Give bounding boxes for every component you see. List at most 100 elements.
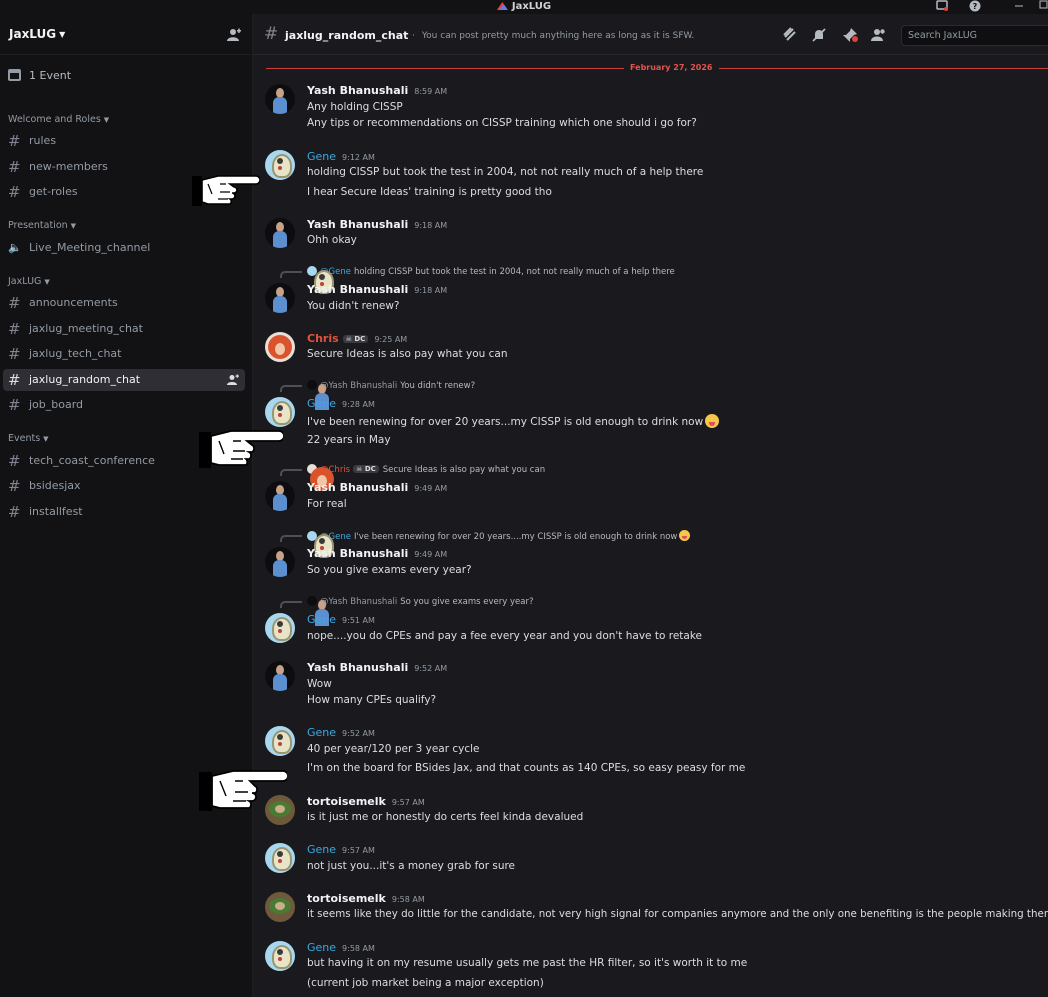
channel-job-board[interactable]: # job_board [3, 394, 245, 416]
message[interactable]: Gene 9:52 AM 40 per year/120 per 3 year c… [254, 726, 1048, 780]
pointing-hand-icon [199, 770, 287, 811]
message-author[interactable]: Yash Bhanushali 9:49 AM [307, 547, 447, 560]
message-author[interactable]: Gene 9:12 AM [307, 150, 375, 163]
message[interactable]: @Chris ☠ DC Secure Ideas is also pay what … [254, 464, 1048, 514]
message[interactable]: tortoisemelk 9:58 AM it seems like they d… [254, 892, 1048, 926]
message-timestamp: 9:51 AM [342, 616, 375, 625]
message[interactable]: @Gene I've been renewing for over 20 year… [254, 530, 1048, 580]
category-jaxlug[interactable]: JaxLUG ▼ [8, 276, 50, 287]
reply-avatar [307, 380, 317, 390]
message-author[interactable]: tortoisemelk 9:58 AM [307, 892, 425, 905]
server-header[interactable]: JaxLUG ▼ [0, 14, 253, 55]
mute-notifications-icon[interactable] [811, 27, 827, 43]
message-author[interactable]: Gene 9:52 AM [307, 726, 375, 739]
message-author[interactable]: Yash Bhanushali 9:49 AM [307, 481, 447, 494]
message-timestamp: 9:12 AM [342, 153, 375, 162]
message[interactable]: @Gene holding CISSP but took the test in … [254, 266, 1048, 316]
category-presentation[interactable]: Presentation ▼ [8, 220, 76, 231]
chevron-down-icon: ▼ [70, 222, 77, 230]
message[interactable]: Chris ☠ DC 9:25 AM Secure Ideas is also pa… [254, 332, 1048, 366]
avatar[interactable] [265, 613, 295, 643]
message-author[interactable]: Yash Bhanushali 9:18 AM [307, 218, 447, 231]
category-welcome-and-roles[interactable]: Welcome and Roles ▼ [8, 114, 109, 125]
members-icon[interactable] [871, 27, 887, 43]
reply-connector [280, 535, 302, 542]
avatar[interactable] [265, 283, 295, 313]
message[interactable]: Gene 9:57 AM not just you...it's a money … [254, 843, 1048, 877]
message-timestamp: 9:25 AM [374, 335, 408, 344]
svg-text:?: ? [973, 2, 978, 11]
reply-preview[interactable]: @Yash Bhanushali So you give exams every … [307, 596, 533, 607]
channel-rules[interactable]: # rules [3, 130, 245, 152]
hash-icon: # [8, 132, 21, 150]
maximize-button[interactable] [1038, 0, 1048, 13]
reply-preview[interactable]: @Gene holding CISSP but took the test in … [307, 266, 675, 277]
avatar[interactable] [265, 218, 295, 248]
channel-jaxlug-meeting-chat[interactable]: # jaxlug_meeting_chat [3, 318, 245, 340]
skull-icon: ☠ [345, 335, 352, 343]
avatar[interactable] [265, 397, 295, 427]
message-timestamp: 9:58 AM [342, 944, 375, 953]
help-icon[interactable]: ? [968, 0, 982, 13]
channel-topic[interactable]: · You can post pretty much anything here … [412, 31, 694, 41]
message-author[interactable]: Gene 9:58 AM [307, 941, 375, 954]
reply-connector [280, 601, 302, 608]
message[interactable]: Gene 9:58 AM but having it on my resume u… [254, 941, 1048, 995]
channel-jaxlug-tech-chat[interactable]: # jaxlug_tech_chat [3, 343, 245, 365]
server-name[interactable]: JaxLUG ▼ [9, 27, 65, 41]
message[interactable]: tortoisemelk 9:57 AM is it just me or hon… [254, 795, 1048, 829]
message-text: For real [307, 498, 347, 510]
message[interactable]: Yash Bhanushali 8:59 AM Any holding CISSP… [254, 84, 1048, 134]
message[interactable]: Gene 9:12 AM holding CISSP but took the t… [254, 150, 1048, 200]
window-title: JaxLUG [0, 0, 1048, 13]
message[interactable]: Yash Bhanushali 9:52 AM Wow How many CPEs… [254, 661, 1048, 711]
avatar[interactable] [265, 481, 295, 511]
message[interactable]: @Yash Bhanushali You didn't renew? Gene 9:… [254, 380, 1048, 450]
avatar[interactable] [265, 941, 295, 971]
message-author[interactable]: Gene 9:57 AM [307, 843, 375, 856]
create-invite-icon[interactable] [227, 374, 239, 386]
minimize-button[interactable] [1014, 0, 1024, 13]
message-author[interactable]: Chris ☠ DC 9:25 AM [307, 332, 407, 345]
channel-installfest[interactable]: # installfest [3, 501, 245, 523]
message-author[interactable]: tortoisemelk 9:57 AM [307, 795, 425, 808]
guild-tag-badge[interactable]: ☠ DC [342, 335, 369, 343]
avatar[interactable] [265, 150, 295, 180]
channel-jaxlug-random-chat[interactable]: # jaxlug_random_chat [3, 369, 245, 391]
search-input[interactable]: Search JaxLUG [901, 25, 1048, 46]
events-row[interactable]: 1 Event [8, 69, 243, 87]
avatar[interactable] [265, 892, 295, 922]
avatar[interactable] [265, 726, 295, 756]
avatar[interactable] [265, 332, 295, 362]
hash-icon: # [8, 345, 21, 363]
message-author[interactable]: Yash Bhanushali 9:52 AM [307, 661, 447, 674]
avatar[interactable] [265, 661, 295, 691]
reply-preview[interactable]: @Gene I've been renewing for over 20 year… [307, 530, 691, 542]
avatar[interactable] [265, 547, 295, 577]
hash-icon: # [8, 396, 21, 414]
pin-icon[interactable] [842, 27, 858, 43]
message-text: (current job market being a major except… [307, 977, 544, 989]
tongue-out-emoji-icon[interactable] [705, 414, 720, 428]
channel-live-meeting[interactable]: 🔈 Live_Meeting_channel [3, 237, 245, 259]
message-author[interactable]: Yash Bhanushali 8:59 AM [307, 84, 447, 97]
message-text: How many CPEs qualify? [307, 694, 437, 706]
channel-announcements[interactable]: # announcements [3, 292, 245, 314]
reply-preview[interactable]: @Chris ☠ DC Secure Ideas is also pay what … [307, 464, 545, 475]
speaker-icon: 🔈 [8, 241, 22, 254]
category-events[interactable]: Events ▼ [8, 433, 49, 444]
inbox-icon[interactable] [935, 0, 949, 13]
message-author[interactable]: Gene 9:51 AM [307, 613, 375, 626]
reply-preview[interactable]: @Yash Bhanushali You didn't renew? [307, 380, 475, 391]
avatar[interactable] [265, 843, 295, 873]
hash-icon: # [8, 158, 21, 176]
message-author[interactable]: Yash Bhanushali 9:18 AM [307, 283, 447, 296]
message-author[interactable]: Gene 9:28 AM [307, 397, 375, 410]
hash-icon: # [8, 452, 21, 470]
channel-bsidesjax[interactable]: # bsidesjax [3, 475, 245, 497]
threads-icon[interactable] [782, 27, 798, 43]
message[interactable]: Yash Bhanushali 9:18 AM Ohh okay [254, 218, 1048, 252]
avatar[interactable] [265, 84, 295, 114]
message[interactable]: @Yash Bhanushali So you give exams every … [254, 596, 1048, 646]
invite-people-icon[interactable] [227, 28, 241, 42]
